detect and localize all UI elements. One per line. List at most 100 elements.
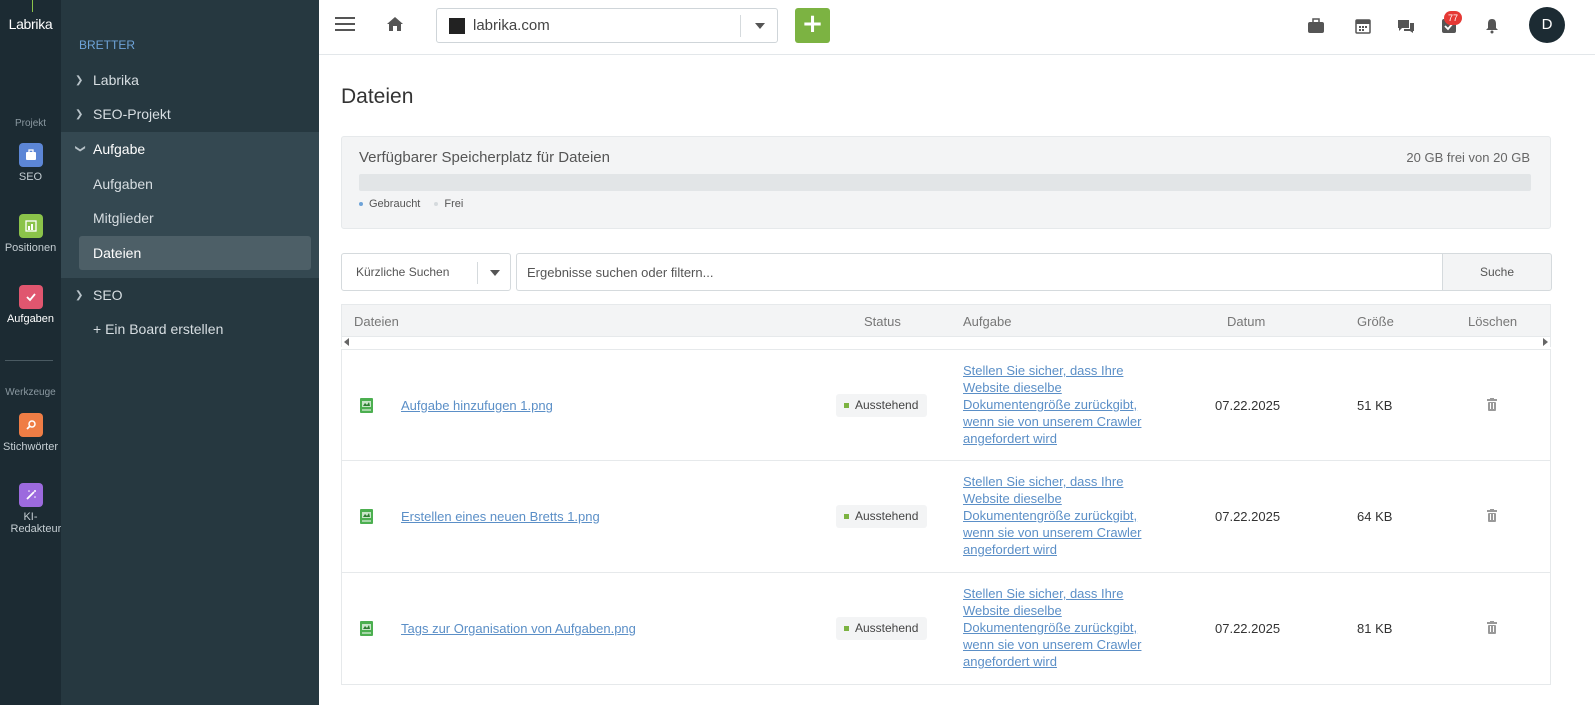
task-link[interactable]: Stellen Sie sicher, dass Ihre Website di… bbox=[963, 473, 1153, 558]
hamburger-menu-icon[interactable] bbox=[335, 17, 355, 33]
rail-item-label: SEO bbox=[18, 171, 43, 183]
file-link[interactable]: Tags zur Organisation von Aufgaben.png bbox=[401, 621, 636, 636]
column-header-date[interactable]: Datum bbox=[1227, 314, 1265, 329]
add-button[interactable]: + bbox=[795, 8, 830, 43]
ai-editor-wand-icon bbox=[18, 483, 43, 507]
app-logo[interactable]: Labrika bbox=[0, 0, 61, 50]
search-input[interactable] bbox=[516, 253, 1442, 291]
file-link[interactable]: Aufgabe hinzufugen 1.png bbox=[401, 398, 553, 413]
rail-item-seo[interactable]: SEO bbox=[0, 143, 61, 183]
boards-sidebar: BRETTER ❯ Labrika ❯ SEO-Projekt ❯ Aufgab… bbox=[61, 0, 319, 705]
keywords-icon bbox=[18, 413, 43, 437]
top-bar: labrika.com + 77 D bbox=[319, 0, 1595, 55]
legend-used-label: Gebraucht bbox=[369, 198, 421, 210]
seo-briefcase-icon bbox=[18, 143, 43, 167]
rail-item-label: Aufgaben bbox=[6, 313, 55, 325]
legend-free-dot-icon bbox=[434, 202, 439, 207]
file-date: 07.22.2025 bbox=[1215, 509, 1281, 524]
storage-legend: Gebraucht Frei bbox=[359, 198, 463, 210]
status-dot-icon bbox=[844, 626, 849, 632]
board-subitem-mitglieder[interactable]: Mitglieder bbox=[93, 210, 154, 226]
column-header-size[interactable]: Größe bbox=[1357, 314, 1394, 329]
trash-icon[interactable] bbox=[1487, 509, 1497, 525]
chevron-down-icon: ❯ bbox=[74, 144, 86, 153]
tasks-check-icon bbox=[18, 285, 43, 309]
status-label: Ausstehend bbox=[855, 509, 919, 523]
page-title: Dateien bbox=[341, 85, 414, 108]
chevron-right-icon: ❯ bbox=[75, 108, 84, 120]
board-item-aufgabe[interactable]: ❯ Aufgabe bbox=[61, 132, 319, 166]
create-board-link[interactable]: + Ein Board erstellen bbox=[61, 312, 319, 346]
status-dot-icon bbox=[844, 514, 849, 520]
legend-free: Frei bbox=[434, 198, 463, 210]
positions-chart-icon bbox=[18, 214, 43, 238]
file-link[interactable]: Erstellen eines neuen Bretts 1.png bbox=[401, 509, 600, 524]
column-header-status[interactable]: Status bbox=[864, 314, 901, 329]
chevron-right-icon: ❯ bbox=[75, 74, 84, 86]
status-label: Ausstehend bbox=[855, 398, 919, 412]
files-table: Dateien Status Aufgabe Datum Größe Lösch… bbox=[341, 304, 1551, 685]
file-size: 51 KB bbox=[1357, 398, 1393, 413]
rail-item-ai-editor[interactable]: KI-Redakteur bbox=[0, 483, 61, 535]
board-item-label: Aufgabe bbox=[93, 141, 146, 157]
board-item-label: Labrika bbox=[93, 72, 139, 88]
image-file-icon bbox=[360, 398, 373, 413]
chat-icon[interactable] bbox=[1396, 16, 1416, 36]
board-item-label: SEO-Projekt bbox=[93, 106, 171, 122]
horizontal-scrollbar[interactable] bbox=[341, 337, 1551, 347]
task-count-badge: 77 bbox=[1444, 11, 1462, 25]
storage-free-text: 20 GB frei von 20 GB bbox=[1406, 150, 1530, 165]
recent-searches-select[interactable]: Kürzliche Suchen bbox=[341, 253, 511, 291]
status-label: Ausstehend bbox=[855, 621, 919, 635]
chevron-right-icon: ❯ bbox=[75, 289, 84, 301]
trash-icon[interactable] bbox=[1487, 398, 1497, 414]
board-item-seo-projekt[interactable]: ❯ SEO-Projekt bbox=[61, 97, 319, 131]
file-size: 64 KB bbox=[1357, 509, 1393, 524]
search-button[interactable]: Suche bbox=[1442, 253, 1552, 291]
rail-item-label: Stichwörter bbox=[2, 441, 59, 453]
rail-item-tasks[interactable]: Aufgaben bbox=[0, 285, 61, 325]
rail-divider bbox=[5, 360, 53, 361]
rail-item-label: Positionen bbox=[4, 242, 57, 254]
image-file-icon bbox=[360, 509, 373, 524]
board-subitem-aufgaben[interactable]: Aufgaben bbox=[93, 176, 153, 192]
status-badge: Ausstehend bbox=[836, 394, 928, 417]
board-item-seo[interactable]: ❯ SEO bbox=[61, 278, 319, 312]
icon-rail: Labrika Projekt SEO Positionen Aufgaben … bbox=[0, 0, 61, 705]
scroll-right-arrow-icon[interactable] bbox=[1543, 338, 1548, 346]
column-header-delete: Löschen bbox=[1468, 314, 1518, 329]
storage-usage-bar bbox=[359, 174, 1531, 191]
home-icon[interactable] bbox=[385, 14, 405, 38]
column-header-task[interactable]: Aufgabe bbox=[963, 314, 1011, 329]
table-row: Tags zur Organisation von Aufgaben.png A… bbox=[341, 573, 1551, 685]
bell-icon[interactable] bbox=[1482, 16, 1502, 36]
site-selector[interactable]: labrika.com bbox=[436, 8, 778, 43]
briefcase-icon[interactable] bbox=[1306, 16, 1326, 36]
column-header-files[interactable]: Dateien bbox=[354, 314, 399, 329]
rail-item-positions[interactable]: Positionen bbox=[0, 214, 61, 254]
calendar-icon[interactable] bbox=[1353, 16, 1373, 36]
rail-item-label: KI-Redakteur bbox=[10, 511, 62, 535]
status-dot-icon bbox=[844, 403, 849, 409]
scroll-left-arrow-icon[interactable] bbox=[344, 338, 349, 346]
task-link[interactable]: Stellen Sie sicher, dass Ihre Website di… bbox=[963, 362, 1153, 447]
table-row: Aufgabe hinzufugen 1.png Ausstehend Stel… bbox=[341, 349, 1551, 461]
boards-heading: BRETTER bbox=[79, 38, 136, 52]
file-date: 07.22.2025 bbox=[1215, 398, 1281, 413]
select-separator bbox=[477, 262, 478, 284]
storage-title: Verfügbarer Speicherplatz für Dateien bbox=[359, 149, 610, 166]
user-avatar[interactable]: D bbox=[1529, 7, 1565, 43]
board-item-labrika[interactable]: ❯ Labrika bbox=[61, 63, 319, 97]
rail-section-project: Projekt bbox=[14, 118, 47, 129]
rail-item-keywords[interactable]: Stichwörter bbox=[0, 413, 61, 453]
site-selector-value: labrika.com bbox=[473, 17, 550, 34]
table-header: Dateien Status Aufgabe Datum Größe Lösch… bbox=[341, 304, 1551, 337]
storage-panel: Verfügbarer Speicherplatz für Dateien 20… bbox=[341, 136, 1551, 229]
legend-used: Gebraucht bbox=[359, 198, 420, 210]
board-item-label: SEO bbox=[93, 287, 123, 303]
trash-icon[interactable] bbox=[1487, 621, 1497, 637]
board-subitem-dateien[interactable]: Dateien bbox=[93, 245, 141, 261]
image-file-icon bbox=[360, 621, 373, 636]
task-link[interactable]: Stellen Sie sicher, dass Ihre Website di… bbox=[963, 585, 1153, 670]
file-size: 81 KB bbox=[1357, 621, 1393, 636]
